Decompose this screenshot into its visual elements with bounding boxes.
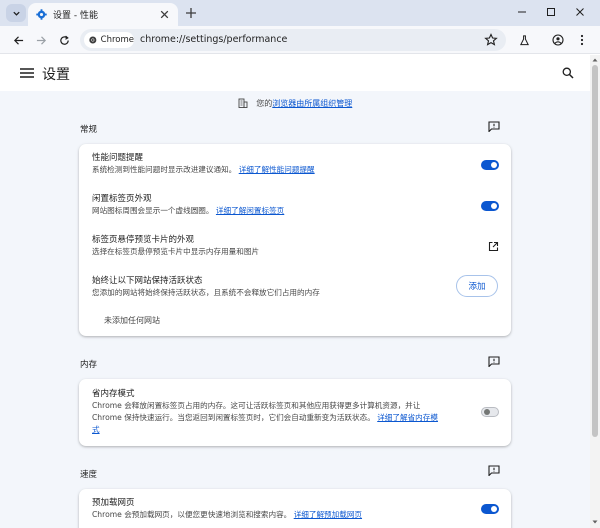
minimize-icon [518,11,526,13]
url-path: settings/performance [185,34,288,45]
settings-header: 设置 [0,55,590,91]
chrome-logo-icon [89,36,97,44]
memory-saver-row: 省内存模式 Chrome 会释放闲置标签页占用的内存。这可让活跃标签页和其他应用… [92,388,471,436]
section-general-label: 常规 [80,125,98,135]
memory-saver-learn-more-link-cont[interactable]: 式 [92,425,100,434]
url-scheme: chrome:// [140,34,186,45]
hamburger-icon[interactable] [20,68,34,78]
keep-active-title: 始终让以下网站保持活跃状态 [92,276,203,286]
close-window-icon [576,8,584,16]
site-info-chip[interactable]: Chrome [84,32,134,48]
preload-desc: Chrome 会预加载网页，以便您更快速地浏览和搜索内容。 详细了解预加载网页 [92,509,501,521]
hover-card-title: 标签页悬停预览卡片的外观 [92,235,195,245]
memory-saver-desc-line2: Chrome 保持快速运行。当您返回到闲置标签页时，它们会自动重新变为活跃状态。… [92,412,471,424]
arrow-left-icon [13,35,23,45]
minimize-button[interactable] [515,5,529,19]
maximize-button[interactable] [544,5,558,19]
arrow-right-icon [36,35,46,45]
perf-alerts-title: 性能问题提醒 [92,153,144,163]
memory-saver-learn-more-link[interactable]: 详细了解省内存模 [377,413,438,422]
maximize-icon [547,8,555,16]
tab-title: 设置 - 性能 [53,11,98,21]
kebab-menu-icon [580,34,584,46]
feedback-icon[interactable] [488,356,500,367]
keep-active-row: 始终让以下网站保持活跃状态 您添加的网站将始终保持活跃状态，且系统不会释放它们占… [92,275,501,299]
search-icon[interactable] [562,67,574,79]
star-icon[interactable] [484,33,498,47]
inactive-tabs-title: 闲置标签页外观 [92,194,152,204]
chevron-down-icon [12,11,20,16]
reload-button[interactable] [56,32,72,48]
profile-icon [552,34,564,46]
url-text: chrome://settings/performance [140,34,287,45]
perf-alerts-toggle[interactable] [481,160,499,170]
perf-alerts-learn-more-link[interactable]: 详细了解性能问题提醒 [239,165,315,174]
address-bar[interactable]: Chrome chrome://settings/performance [80,29,506,51]
memory-saver-title: 省内存模式 [92,389,135,399]
flask-icon [519,34,529,45]
preload-row: 预加载网页 Chrome 会预加载网页，以便您更快速地浏览和搜索内容。 详细了解… [92,497,501,521]
page-scrollbar[interactable] [590,55,600,528]
managed-link[interactable]: 浏览器由所属组织管理 [272,99,352,108]
memory-saver-desc-line1: Chrome 会释放闲置标签页占用的内存。这可让活跃标签页和其他应用获得更多计算… [92,401,421,410]
settings-content: 您的浏览器由所属组织管理 常规 性能问题提醒 系统检测到性能问题时显示改进建议通… [0,91,590,528]
scrollbar-thumb[interactable] [592,65,598,437]
close-icon[interactable] [159,9,170,20]
memory-saver-desc-text: Chrome 保持快速运行。当您返回到闲置标签页时，它们会自动重新变为活跃状态。 [92,413,375,422]
forward-button[interactable] [33,32,49,48]
hover-card-row[interactable]: 标签页悬停预览卡片的外观 选择在标签页悬停预览卡片中显示内存用量和图片 [92,234,501,258]
memory-card: 省内存模式 Chrome 会释放闲置标签页占用的内存。这可让活跃标签页和其他应用… [79,379,511,446]
open-external-icon[interactable] [488,241,499,252]
tab-strip: 设置 - 性能 [0,0,600,26]
tab-search-button[interactable] [6,4,26,22]
inactive-tabs-row: 闲置标签页外观 网站图标周围会显示一个虚线圆圈。 详细了解闲置标签页 [92,193,501,217]
preload-toggle[interactable] [481,504,499,514]
preload-desc-text: Chrome 会预加载网页，以便您更快速地浏览和搜索内容。 [92,510,292,519]
perf-alerts-row: 性能问题提醒 系统检测到性能问题时显示改进建议通知。 详细了解性能问题提醒 [92,152,501,176]
speed-card: 预加载网页 Chrome 会预加载网页，以便您更快速地浏览和搜索内容。 详细了解… [79,489,511,528]
chrome-chip-label: Chrome [100,35,134,45]
perf-alerts-desc-text: 系统检测到性能问题时显示改进建议通知。 [92,165,237,174]
section-memory-label: 内存 [80,360,98,370]
close-window-button[interactable] [573,5,587,19]
general-card: 性能问题提醒 系统检测到性能问题时显示改进建议通知。 详细了解性能问题提醒 闲置… [79,144,511,336]
plus-icon[interactable] [184,6,198,20]
memory-saver-toggle[interactable] [481,407,499,417]
settings-gear-icon [36,9,47,20]
no-sites-text: 未添加任何网站 [104,316,160,325]
reload-icon [59,35,69,45]
keep-active-desc: 您添加的网站将始终保持活跃状态，且系统不会释放它们占用的内存 [92,288,320,297]
preload-title: 预加载网页 [92,498,135,508]
settings-title: 设置 [42,67,70,83]
managed-notice: 您的浏览器由所属组织管理 [0,98,590,109]
scroll-up-arrow-icon[interactable] [592,57,598,63]
managed-prefix: 您的 [256,99,273,108]
preload-learn-more-link[interactable]: 详细了解预加载网页 [294,510,362,519]
back-button[interactable] [10,32,26,48]
memory-saver-desc-line3: 式 [92,424,471,436]
add-site-button[interactable]: 添加 [456,275,498,297]
perf-alerts-desc: 系统检测到性能问题时显示改进建议通知。 详细了解性能问题提醒 [92,164,501,176]
feedback-icon[interactable] [488,465,500,476]
scroll-down-arrow-icon[interactable] [592,519,598,525]
feedback-icon[interactable] [488,121,500,132]
hover-card-desc: 选择在标签页悬停预览卡片中显示内存用量和图片 [92,247,260,256]
profile-button[interactable] [550,32,566,48]
browser-toolbar: Chrome chrome://settings/performance [0,26,600,54]
inactive-tabs-desc: 网站图标周围会显示一个虚线圆圈。 详细了解闲置标签页 [92,205,501,217]
labs-button[interactable] [516,32,532,48]
inactive-tabs-toggle[interactable] [481,201,499,211]
inactive-tabs-learn-more-link[interactable]: 详细了解闲置标签页 [216,206,284,215]
chrome-menu-button[interactable] [574,32,590,48]
building-icon [238,98,248,108]
tab-settings-performance[interactable]: 设置 - 性能 [28,3,178,26]
section-speed-label: 速度 [80,470,98,480]
inactive-tabs-desc-text: 网站图标周围会显示一个虚线圆圈。 [92,206,214,215]
